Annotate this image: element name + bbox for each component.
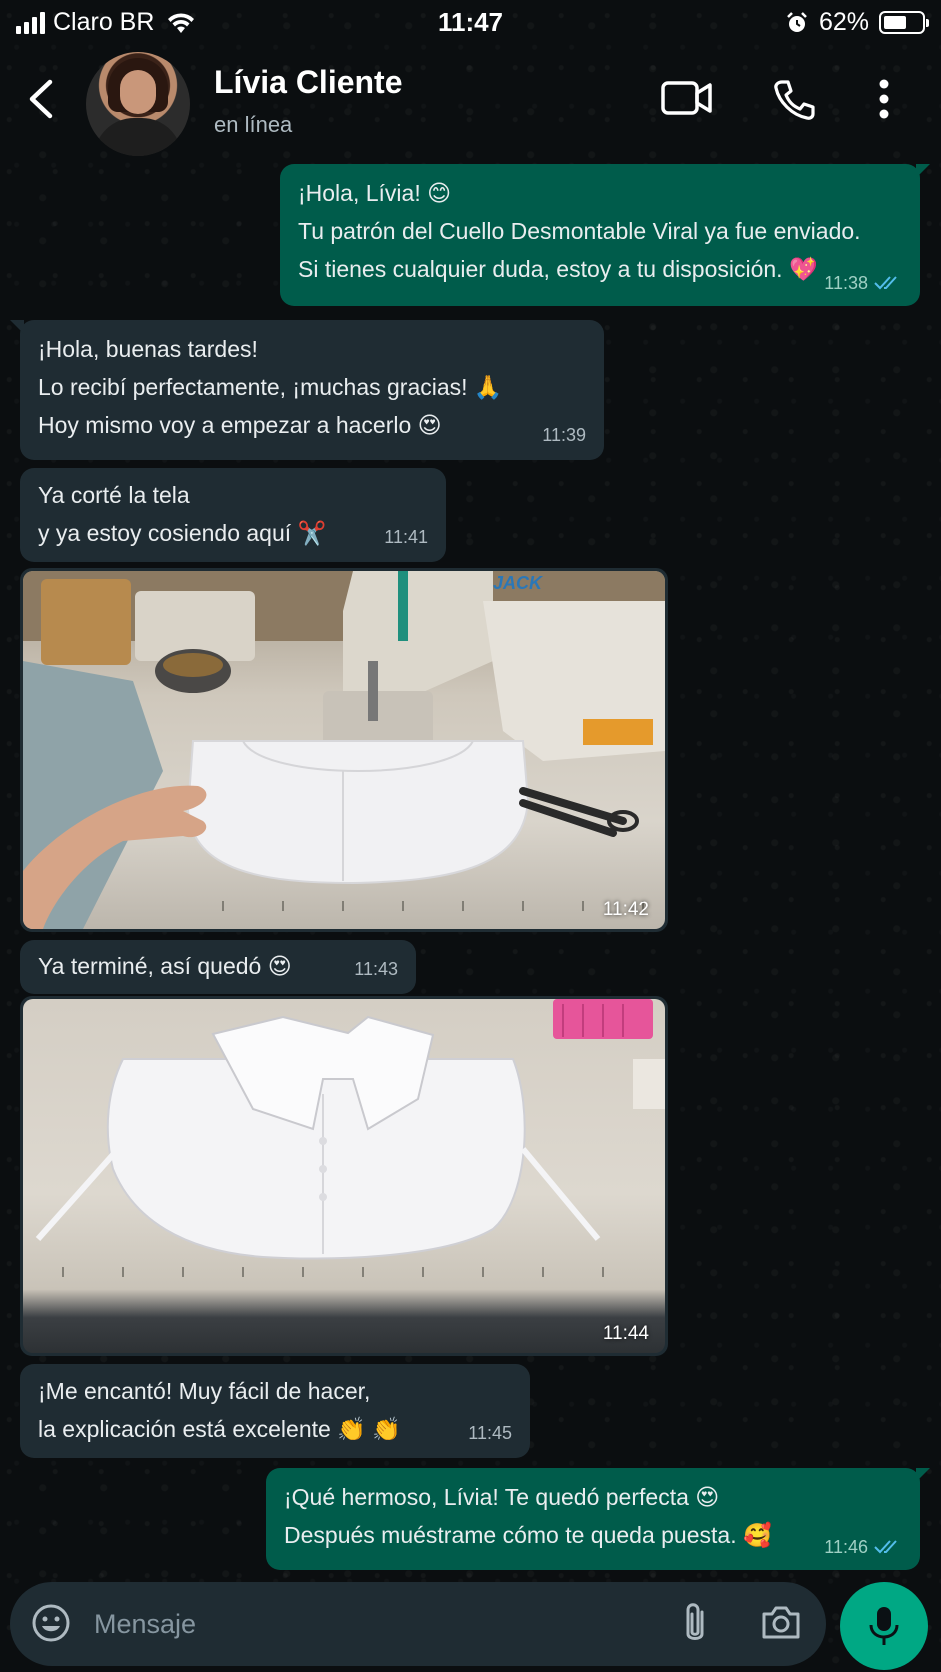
alarm-icon [787,11,807,32]
read-ticks-icon [874,276,897,290]
message-line: ¡Hola, buenas tardes! [38,336,258,362]
message-line: Ya terminé, así quedó 😍 [38,953,292,979]
emoji-icon[interactable] [30,1602,72,1644]
image-message[interactable]: 11:44 [20,996,668,1356]
message-time: 11:43 [354,959,398,979]
message-line: la explicación está excelente 👏 👏 [38,1416,401,1442]
phone-icon[interactable] [772,78,816,122]
message-bubble-outgoing[interactable]: ¡Hola, Lívia! 😊 Tu patrón del Cuello Des… [280,164,930,306]
message-time: 11:39 [542,425,586,445]
message-time: 11:38 [824,273,868,293]
message-bubble-incoming[interactable]: ¡Hola, buenas tardes! Lo recibí perfecta… [10,320,604,460]
message-line: ¡Hola, Lívia! 😊 [298,180,452,206]
message-time: 11:45 [468,1423,512,1443]
message-line: Lo recibí perfectamente, ¡muchas gracias… [38,374,503,400]
video-call-icon[interactable] [660,78,714,118]
contact-status: en línea [214,112,293,137]
message-line: Si tienes cualquier duda, estoy a tu dis… [298,256,818,282]
message-time: 11:41 [384,527,428,547]
message-time: 11:44 [602,1323,649,1344]
more-vert-icon[interactable] [878,78,890,120]
avatar[interactable] [86,52,190,156]
message-line: y ya estoy cosiendo aquí ✂️ [38,520,327,546]
sewing-photo[interactable]: JACK 11:42 [23,571,665,929]
message-line: ¡Me encantó! Muy fácil de hacer, [38,1378,371,1404]
message-input[interactable] [94,1600,654,1648]
message-bubble-incoming[interactable]: Ya terminé, así quedó 😍 11:43 [20,940,416,994]
message-bubble-incoming[interactable]: ¡Me encantó! Muy fácil de hacer, la expl… [20,1364,530,1458]
mic-icon [869,1607,899,1645]
finished-collar-photo[interactable]: 11:44 [23,999,665,1353]
message-bubble-incoming[interactable]: Ya corté la tela y ya estoy cosiendo aqu… [20,468,446,562]
message-line: Tu patrón del Cuello Desmontable Viral y… [298,218,861,244]
camera-icon[interactable] [760,1602,802,1642]
read-ticks-icon [874,1540,897,1554]
machine-brand-label: JACK [493,573,544,593]
message-line: Después muéstrame cómo te queda puesta. … [284,1522,772,1548]
contact-name[interactable]: Lívia Cliente [214,64,403,101]
image-message[interactable]: JACK 11:42 [20,568,668,932]
chat-header: Lívia Cliente en línea [0,46,941,162]
mic-button[interactable] [840,1582,928,1670]
attach-icon[interactable] [680,1600,710,1646]
battery-icon [879,11,929,34]
back-arrow-icon[interactable] [20,76,60,122]
message-line: Hoy mismo voy a empezar a hacerlo 😍 [38,412,442,438]
message-bubble-outgoing[interactable]: ¡Qué hermoso, Lívia! Te quedó perfecta 😍… [266,1468,930,1570]
status-bar: Claro BR 11:47 62% [0,0,941,46]
message-time: 11:46 [824,1537,868,1557]
message-line: Ya corté la tela [38,482,190,508]
battery-percentage: 62% [818,8,869,36]
message-composer [10,1582,826,1666]
message-line: ¡Qué hermoso, Lívia! Te quedó perfecta 😍 [284,1484,720,1510]
message-time: 11:42 [602,899,649,920]
